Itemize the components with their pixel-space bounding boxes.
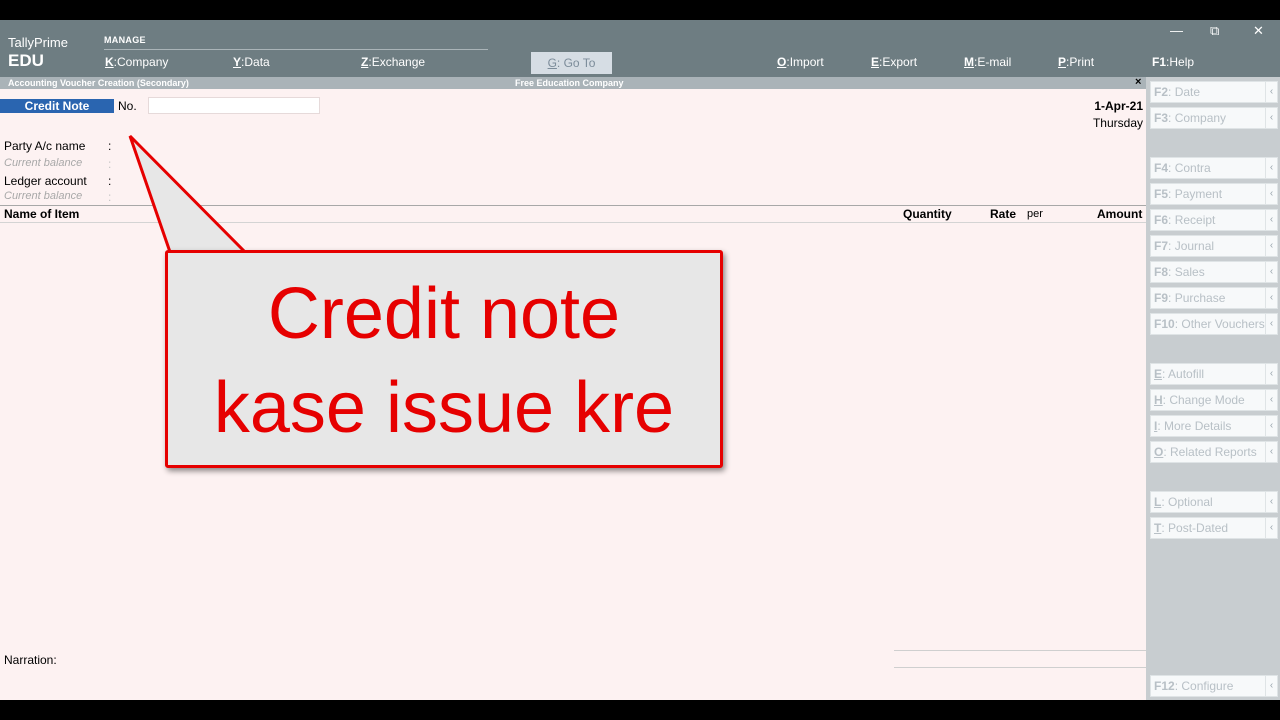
f12-configure-button[interactable]: F12: Configure ‹ — [1150, 675, 1278, 697]
f3-chevron-icon: ‹ — [1265, 108, 1277, 128]
f4-label: Contra — [1174, 161, 1211, 175]
change-mode-chevron-icon: ‹ — [1265, 390, 1277, 410]
close-window-icon[interactable]: ✕ — [1253, 23, 1264, 39]
f2-label: Date — [1174, 85, 1201, 99]
change-mode-key: H — [1154, 393, 1163, 407]
optional-key: L — [1154, 495, 1162, 509]
post-dated-key: T — [1154, 521, 1162, 535]
more-details-chevron-icon: ‹ — [1265, 416, 1277, 436]
f2-key: F2 — [1154, 85, 1169, 99]
f4-key: F4 — [1154, 161, 1169, 175]
restore-icon[interactable]: ⧉ — [1210, 23, 1219, 39]
f7-label: Journal — [1174, 239, 1215, 253]
f7-key: F7 — [1154, 239, 1169, 253]
post-dated-button[interactable]: T: Post-Dated ‹ — [1150, 517, 1278, 539]
f10-other-vouchers-button[interactable]: F10: Other Vouchers ‹ — [1150, 313, 1278, 335]
change-mode-button[interactable]: H: Change Mode ‹ — [1150, 389, 1278, 411]
f8-chevron-icon: ‹ — [1265, 262, 1277, 282]
f6-receipt-button[interactable]: F6: Receipt ‹ — [1150, 209, 1278, 231]
f10-chevron-icon: ‹ — [1265, 314, 1277, 334]
callout-seam — [174, 254, 241, 256]
f2-chevron-icon: ‹ — [1265, 82, 1277, 102]
f6-chevron-icon: ‹ — [1265, 210, 1277, 230]
f10-label: Other Vouchers — [1181, 317, 1265, 331]
f3-key: F3 — [1154, 111, 1169, 125]
f4-contra-button[interactable]: F4: Contra ‹ — [1150, 157, 1278, 179]
f5-payment-button[interactable]: F5: Payment ‹ — [1150, 183, 1278, 205]
f3-company-button[interactable]: F3: Company ‹ — [1150, 107, 1278, 129]
f7-chevron-icon: ‹ — [1265, 236, 1277, 256]
f8-key: F8 — [1154, 265, 1169, 279]
related-reports-key: O — [1154, 445, 1164, 459]
f9-key: F9 — [1154, 291, 1169, 305]
menu-help[interactable]: F1:Help — [1152, 55, 1194, 69]
f3-label: Company — [1174, 111, 1227, 125]
post-dated-label: Post-Dated — [1168, 521, 1229, 535]
related-reports-button[interactable]: O: Related Reports ‹ — [1150, 441, 1278, 463]
post-dated-chevron-icon: ‹ — [1265, 518, 1277, 538]
f5-chevron-icon: ‹ — [1265, 184, 1277, 204]
f5-key: F5 — [1154, 187, 1169, 201]
f12-key: F12 — [1154, 679, 1175, 693]
f7-journal-button[interactable]: F7: Journal ‹ — [1150, 235, 1278, 257]
change-mode-label: Change Mode — [1169, 393, 1245, 407]
f9-label: Purchase — [1174, 291, 1226, 305]
f5-label: Payment — [1174, 187, 1223, 201]
help-label: Help — [1169, 55, 1195, 69]
autofill-button[interactable]: E: Autofill ‹ — [1150, 363, 1278, 385]
more-details-button[interactable]: I: More Details ‹ — [1150, 415, 1278, 437]
button-bar: F2: Date ‹ F3: Company ‹ F4: Contra ‹ F5: P… — [1146, 77, 1280, 700]
f4-chevron-icon: ‹ — [1265, 158, 1277, 178]
tally-window: TallyPrime EDU MANAGE K:Company Y:Data Z… — [0, 20, 1280, 700]
more-details-key: I — [1154, 419, 1158, 433]
optional-chevron-icon: ‹ — [1265, 492, 1277, 512]
f8-sales-button[interactable]: F8: Sales ‹ — [1150, 261, 1278, 283]
f10-key: F10 — [1154, 317, 1175, 331]
more-details-label: More Details — [1164, 419, 1232, 433]
f12-chevron-icon: ‹ — [1265, 676, 1277, 696]
optional-button[interactable]: L: Optional ‹ — [1150, 491, 1278, 513]
f6-key: F6 — [1154, 213, 1169, 227]
autofill-key: E — [1154, 367, 1163, 381]
optional-label: Optional — [1168, 495, 1213, 509]
related-reports-label: Related Reports — [1170, 445, 1257, 459]
f9-purchase-button[interactable]: F9: Purchase ‹ — [1150, 287, 1278, 309]
f8-label: Sales — [1174, 265, 1205, 279]
autofill-chevron-icon: ‹ — [1265, 364, 1277, 384]
f12-label: Configure — [1181, 679, 1234, 693]
f9-chevron-icon: ‹ — [1265, 288, 1277, 308]
autofill-label: Autofill — [1168, 367, 1205, 381]
f6-label: Receipt — [1174, 213, 1216, 227]
help-key: F1 — [1152, 55, 1167, 69]
related-reports-chevron-icon: ‹ — [1265, 442, 1277, 462]
minimize-icon[interactable]: — — [1170, 23, 1183, 38]
f2-date-button[interactable]: F2: Date ‹ — [1150, 81, 1278, 103]
